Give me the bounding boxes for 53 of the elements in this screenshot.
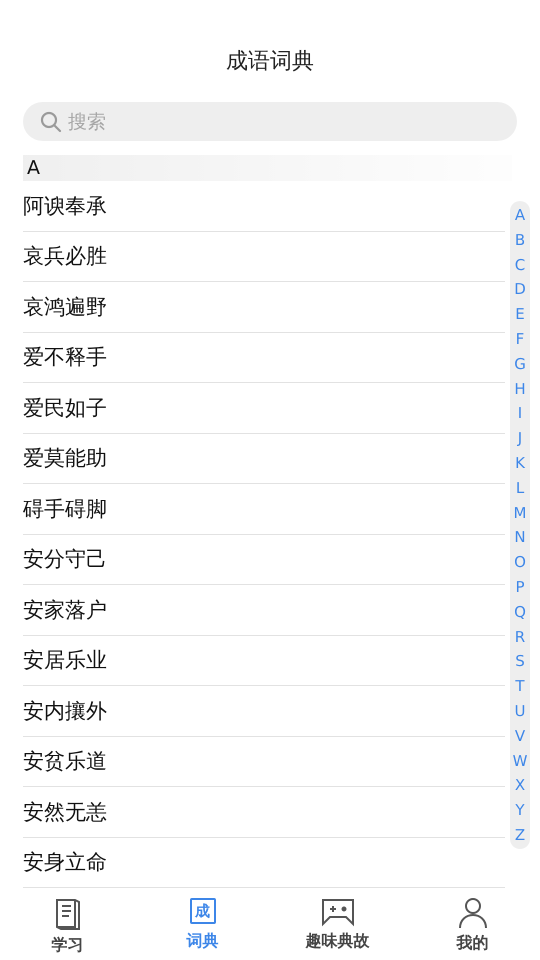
index-letter[interactable]: J <box>518 428 522 448</box>
index-letter[interactable]: G <box>514 354 526 374</box>
idiom-item[interactable]: 阿谀奉承 <box>23 181 505 232</box>
index-letter[interactable]: O <box>514 552 526 572</box>
index-letter[interactable]: A <box>514 205 526 225</box>
index-letter[interactable]: T <box>515 676 525 696</box>
index-letter[interactable]: P <box>515 576 525 597</box>
character-icon: 成 <box>190 898 216 924</box>
index-letter[interactable]: X <box>514 775 526 796</box>
index-letter[interactable]: V <box>514 726 526 746</box>
index-letter[interactable]: U <box>514 700 526 721</box>
idiom-item[interactable]: 安然无恙 <box>23 787 505 838</box>
index-letter[interactable]: L <box>516 478 524 498</box>
index-letter[interactable]: C <box>514 254 526 275</box>
index-letter[interactable]: N <box>514 527 526 548</box>
idiom-item[interactable]: 哀鸿遍野 <box>23 282 505 332</box>
index-letter[interactable]: B <box>514 230 526 250</box>
idiom-item[interactable]: 安居乐业 <box>23 636 505 686</box>
section-letter: A <box>27 157 40 179</box>
person-icon <box>458 897 488 929</box>
alphabet-index[interactable]: A B C D E F G H I J K L M N O P Q R S T U V W X Y Z <box>510 201 530 849</box>
idiom-item[interactable]: 安贫乐道 <box>23 736 505 787</box>
book-icon <box>54 897 82 931</box>
idiom-item[interactable]: 安家落户 <box>23 585 505 636</box>
index-letter[interactable]: H <box>514 378 526 399</box>
idiom-item[interactable]: 安内攘外 <box>23 686 505 736</box>
idiom-item[interactable]: 安身立命 <box>23 838 505 888</box>
search-field[interactable]: 搜索 <box>23 102 517 141</box>
index-letter[interactable]: D <box>514 279 526 300</box>
idiom-item[interactable]: 爱民如子 <box>23 383 505 434</box>
index-letter[interactable]: Q <box>514 602 526 622</box>
index-letter[interactable]: K <box>515 452 525 473</box>
index-letter[interactable]: M <box>514 502 526 523</box>
search-icon <box>40 111 62 133</box>
idiom-item[interactable]: 爱莫能助 <box>23 434 505 484</box>
idiom-item[interactable]: 哀兵必胜 <box>23 232 505 282</box>
tab[interactable]: 学习 <box>0 892 135 960</box>
index-letter[interactable]: F <box>516 328 524 349</box>
index-letter[interactable]: I <box>518 403 522 424</box>
index-letter[interactable]: Z <box>514 824 526 845</box>
index-letter[interactable]: E <box>515 304 525 324</box>
tab[interactable]: 我的 <box>405 892 540 960</box>
tab[interactable]: 趣味典故 <box>270 892 405 960</box>
idiom-item[interactable]: 安分守己 <box>23 534 505 585</box>
idiom-item[interactable]: 碍手碍脚 <box>23 484 505 534</box>
index-letter[interactable]: S <box>515 651 525 672</box>
tab[interactable]: 成 词典 <box>135 892 270 960</box>
gamepad-icon <box>320 897 354 927</box>
index-letter[interactable]: R <box>514 626 526 647</box>
idiom-item[interactable]: 爱不释手 <box>23 332 505 383</box>
page-title: 成语词典 <box>226 49 314 74</box>
index-letter[interactable]: Y <box>515 800 525 820</box>
index-letter[interactable]: W <box>512 750 528 771</box>
